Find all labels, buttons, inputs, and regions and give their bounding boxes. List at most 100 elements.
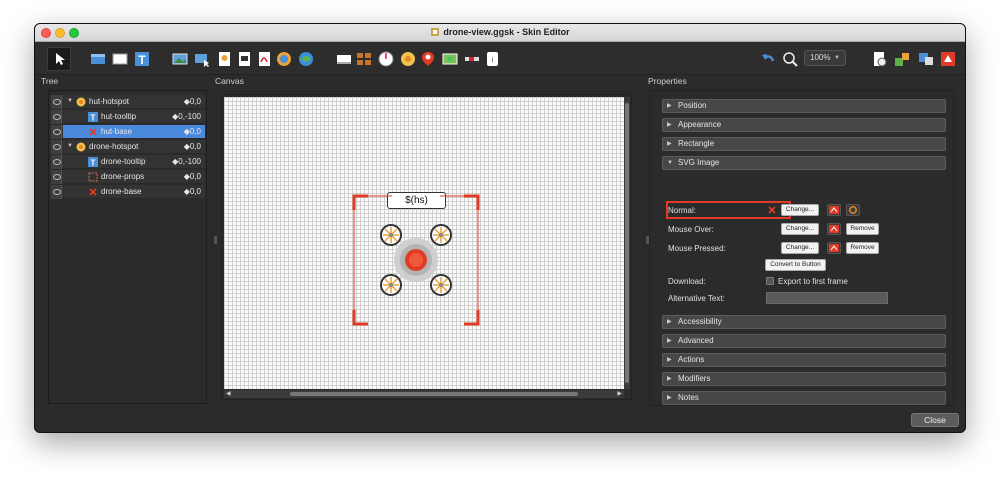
mouse-over-remove-button[interactable]: Remove xyxy=(846,223,879,235)
normal-change-button[interactable]: Change... xyxy=(781,204,819,216)
hotspot-node-icon xyxy=(76,97,86,107)
map-icon[interactable] xyxy=(275,50,293,68)
tree-row-label: hut-tooltip xyxy=(101,112,137,121)
skin-editor-window: drone-view.ggsk - Skin Editor T i 100% ▼ … xyxy=(34,23,966,433)
expand-arrow-icon[interactable]: ▼ xyxy=(67,98,73,104)
reset-normal-icon[interactable] xyxy=(827,204,841,216)
tools-icon[interactable] xyxy=(893,50,911,68)
tree-row-drone-base[interactable]: drone-base ◆0,0 xyxy=(51,185,205,199)
cloud-map-icon[interactable] xyxy=(297,50,315,68)
section-notes[interactable]: ▶ Notes xyxy=(662,391,946,405)
scroll-left-icon[interactable]: ◀ xyxy=(226,390,231,397)
alternative-text-label: Alternative Text: xyxy=(668,294,725,303)
section-appearance[interactable]: ▶ Appearance xyxy=(662,118,946,132)
tree-row-hut-tooltip[interactable]: T hut-tooltip ◆0,-100 xyxy=(51,110,205,124)
export-first-frame-checkbox[interactable] xyxy=(766,277,774,285)
mouse-over-image-icon[interactable] xyxy=(827,223,841,235)
tree-row-label: drone-hotspot xyxy=(89,142,139,151)
text-icon[interactable]: T xyxy=(133,50,151,68)
visibility-eye-icon[interactable] xyxy=(51,170,62,184)
tree-row-position: ◆0,-100 xyxy=(172,112,201,121)
chevron-right-icon: ▶ xyxy=(667,338,672,344)
section-rectangle[interactable]: ▶ Rectangle xyxy=(662,137,946,151)
tour-icon[interactable] xyxy=(939,50,957,68)
visibility-eye-icon[interactable] xyxy=(51,185,62,199)
visibility-eye-icon[interactable] xyxy=(51,95,62,109)
svg-icon[interactable] xyxy=(215,50,233,68)
propeller-top-right xyxy=(430,224,452,246)
section-actions[interactable]: ▶ Actions xyxy=(662,353,946,367)
select-tool-icon[interactable] xyxy=(47,47,71,71)
tree-row-hut-hotspot[interactable]: ▼ hut-hotspot ◆0,0 xyxy=(51,95,205,109)
section-svg-image[interactable]: ▼ SVG Image xyxy=(662,156,946,170)
tree-row-hut-base[interactable]: hut-base ◆0,0 xyxy=(51,125,205,139)
section-position[interactable]: ▶ Position xyxy=(662,99,946,113)
rectangle-white-icon[interactable] xyxy=(111,50,129,68)
scrollbar-thumb[interactable] xyxy=(290,392,578,396)
chevron-right-icon: ▶ xyxy=(667,395,672,401)
mouse-pressed-image-icon[interactable] xyxy=(827,242,841,254)
scroll-right-icon[interactable]: ▶ xyxy=(617,390,622,397)
mouse-over-change-button[interactable]: Change... xyxy=(781,223,819,235)
mouse-pressed-change-button[interactable]: Change... xyxy=(781,242,819,254)
section-advanced[interactable]: ▶ Advanced xyxy=(662,334,946,348)
convert-to-button-button[interactable]: Convert to Button xyxy=(765,259,826,271)
sun-icon[interactable] xyxy=(399,50,417,68)
toolbar: T i 100% ▼ xyxy=(35,43,965,75)
svg-text:T: T xyxy=(138,53,146,67)
drone-base-graphic[interactable] xyxy=(352,194,480,326)
section-label: Notes xyxy=(678,393,699,402)
alternative-text-input[interactable] xyxy=(766,292,888,304)
translate-icon[interactable] xyxy=(917,50,935,68)
compass-icon[interactable] xyxy=(377,50,395,68)
viewer-icon[interactable] xyxy=(871,50,889,68)
title-bar: drone-view.ggsk - Skin Editor xyxy=(35,24,965,42)
cloner-icon[interactable] xyxy=(355,50,373,68)
canvas-vertical-scrollbar[interactable] xyxy=(624,97,630,389)
tree-panel-label: Tree xyxy=(41,76,59,86)
undo-icon[interactable] xyxy=(759,50,777,68)
expand-arrow-icon[interactable]: ▼ xyxy=(67,143,73,149)
section-label: Rectangle xyxy=(678,139,715,148)
text-node-icon: T xyxy=(88,157,98,167)
inspect-icon[interactable] xyxy=(781,50,799,68)
video-icon[interactable] xyxy=(235,50,253,68)
scrollbar-thumb[interactable] xyxy=(625,103,629,383)
image-icon[interactable] xyxy=(171,50,189,68)
chevron-right-icon: ▶ xyxy=(667,141,672,147)
canvas-grid[interactable]: $(hs) xyxy=(224,97,624,389)
chevron-right-icon: ▶ xyxy=(667,357,672,363)
visibility-eye-icon[interactable] xyxy=(51,155,62,169)
visibility-eye-icon[interactable] xyxy=(51,140,62,154)
zoom-select[interactable]: 100% ▼ xyxy=(804,50,846,66)
properties-panel-label: Properties xyxy=(648,76,687,86)
map-pin-icon[interactable] xyxy=(419,50,437,68)
tree-row-label: drone-base xyxy=(101,187,142,196)
rectangle-blue-icon[interactable] xyxy=(89,50,107,68)
map-rect-icon[interactable] xyxy=(441,50,459,68)
pdf-icon[interactable] xyxy=(255,50,273,68)
refresh-icon[interactable] xyxy=(846,204,860,216)
tree-panel: ▼ hut-hotspot ◆0,0 T hut-tooltip ◆0,-100… xyxy=(48,90,207,404)
frame-icon[interactable] xyxy=(335,50,353,68)
close-button[interactable]: Close xyxy=(911,413,959,427)
tree-row-position: ◆0,-100 xyxy=(172,157,201,166)
splitter-handle[interactable] xyxy=(214,236,217,244)
scrollbar-icon[interactable] xyxy=(463,50,481,68)
window-title: drone-view.ggsk - Skin Editor xyxy=(35,27,965,37)
text-node-icon: T xyxy=(88,112,98,122)
tree-row-drone-tooltip[interactable]: T drone-tooltip ◆0,-100 xyxy=(51,155,205,169)
svg-node-icon xyxy=(89,128,97,136)
tree-row-drone-hotspot[interactable]: ▼ drone-hotspot ◆0,0 xyxy=(51,140,205,154)
section-accessibility[interactable]: ▶ Accessibility xyxy=(662,315,946,329)
visibility-eye-icon[interactable] xyxy=(51,110,62,124)
tree-row-drone-props[interactable]: drone-props ◆0,0 xyxy=(51,170,205,184)
hotspot-icon[interactable]: i xyxy=(483,50,501,68)
svg-node-icon xyxy=(89,188,97,196)
visibility-eye-icon[interactable] xyxy=(51,125,62,139)
button-image-icon[interactable] xyxy=(193,50,211,68)
mouse-pressed-remove-button[interactable]: Remove xyxy=(846,242,879,254)
canvas-horizontal-scrollbar[interactable]: ◀ ▶ xyxy=(224,390,624,398)
section-modifiers[interactable]: ▶ Modifiers xyxy=(662,372,946,386)
section-label: SVG Image xyxy=(678,158,720,167)
